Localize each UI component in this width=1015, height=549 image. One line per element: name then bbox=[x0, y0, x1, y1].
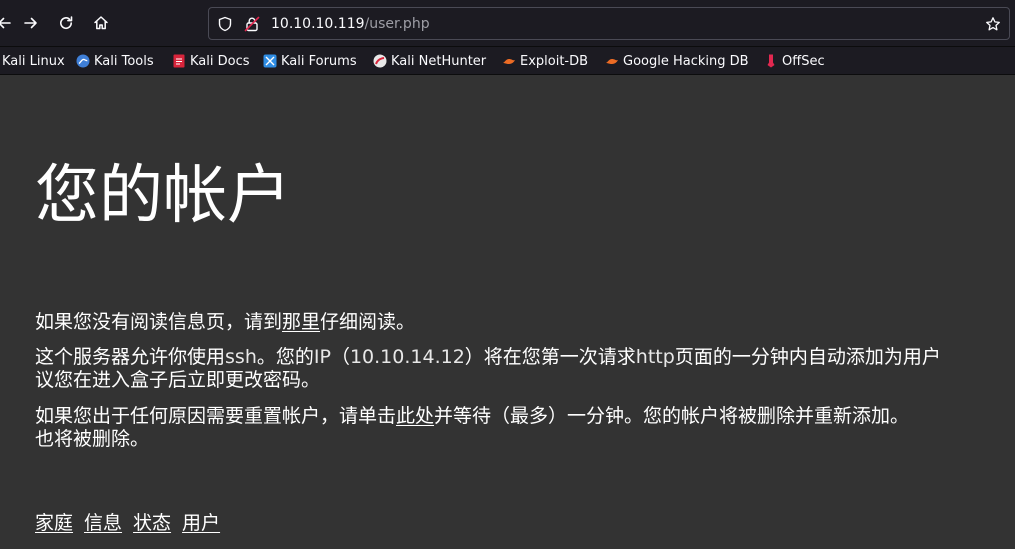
bookmark-label: Exploit-DB bbox=[520, 53, 589, 69]
bookmark-label: Kali Linux bbox=[2, 53, 65, 69]
kali-nethunter-icon bbox=[373, 54, 387, 68]
bookmark-kali-nethunter[interactable]: Kali NetHunter bbox=[373, 51, 486, 71]
url-host: 10.10.10.119 bbox=[271, 16, 365, 32]
nav-link-info[interactable]: 信息 bbox=[84, 511, 122, 535]
footer-nav: 家庭 信息 状态 用户 bbox=[35, 511, 220, 535]
kali-forums-icon bbox=[263, 54, 277, 68]
reload-icon[interactable] bbox=[53, 9, 79, 37]
kali-docs-icon bbox=[172, 54, 186, 68]
bookmark-label: Google Hacking DB bbox=[623, 53, 749, 69]
info-text-before: 如果您没有阅读信息页，请到 bbox=[35, 311, 283, 333]
bookmark-label: OffSec bbox=[782, 53, 825, 69]
ip-address: 10.10.14.12 bbox=[349, 346, 465, 368]
bookmark-exploit-db[interactable]: Exploit-DB bbox=[502, 51, 588, 71]
ssh-text-line2: 议您在进入盒子后立即更改密码。 bbox=[35, 369, 321, 391]
page-title: 您的帐户 bbox=[35, 159, 291, 233]
star-icon[interactable] bbox=[984, 15, 1002, 33]
http-term: http bbox=[635, 346, 675, 368]
reset-text-before: 如果您出于任何原因需要重置帐户，请单击 bbox=[35, 405, 397, 427]
bookmarks-toolbar: Kali Linux Kali Tools Kali Docs Kali For… bbox=[0, 47, 1015, 75]
page-content: 您的帐户 如果您没有阅读信息页，请到那里仔细阅读。 这个服务器允许你使用ssh。… bbox=[0, 75, 1015, 549]
forward-arrow-icon[interactable] bbox=[18, 9, 44, 37]
bookmark-kali-linux[interactable]: Kali Linux bbox=[2, 51, 65, 71]
reset-text-line2: 也将被删除。 bbox=[35, 428, 150, 450]
ssh-text-2: 。您的 bbox=[256, 346, 314, 368]
bookmark-kali-docs[interactable]: Kali Docs bbox=[172, 51, 250, 71]
info-page-link[interactable]: 那里 bbox=[282, 311, 320, 333]
nav-link-home[interactable]: 家庭 bbox=[35, 511, 73, 535]
ssh-text-1: 这个服务器允许你使用 bbox=[35, 346, 226, 368]
bookmark-offsec[interactable]: OffSec bbox=[764, 51, 825, 71]
bookmark-label: Kali Forums bbox=[281, 53, 357, 69]
ssh-term: ssh bbox=[225, 346, 257, 368]
ssh-text-3: （ bbox=[330, 346, 350, 368]
bookmark-google-hacking-db[interactable]: Google Hacking DB bbox=[605, 51, 749, 71]
bookmark-label: Kali Tools bbox=[94, 53, 154, 69]
url-path: /user.php bbox=[364, 16, 430, 32]
reset-paragraph: 如果您出于任何原因需要重置帐户，请单击此处并等待（最多）一分钟。您的帐户将被删除… bbox=[35, 405, 1015, 451]
nav-link-user[interactable]: 用户 bbox=[182, 511, 220, 535]
google-hacking-db-icon bbox=[605, 54, 619, 68]
ssh-access-paragraph: 这个服务器允许你使用ssh。您的IP（10.10.14.12）将在您第一次请求h… bbox=[35, 346, 1015, 392]
navigation-toolbar: 10.10.10.119/user.php bbox=[0, 0, 1015, 47]
nav-link-status[interactable]: 状态 bbox=[133, 511, 171, 535]
info-paragraph: 如果您没有阅读信息页，请到那里仔细阅读。 bbox=[35, 311, 1015, 334]
bookmark-kali-tools[interactable]: Kali Tools bbox=[76, 51, 154, 71]
insecure-lock-icon[interactable] bbox=[243, 15, 261, 33]
back-arrow-icon[interactable] bbox=[0, 9, 17, 37]
bookmark-kali-forums[interactable]: Kali Forums bbox=[263, 51, 357, 71]
bookmark-label: Kali Docs bbox=[190, 53, 250, 69]
exploit-db-icon bbox=[502, 54, 516, 68]
ssh-text-5: 页面的一分钟内自动添加为用户 bbox=[674, 346, 941, 368]
reset-text-after: 并等待（最多）一分钟。您的帐户将被删除并重新添加。 bbox=[434, 405, 910, 427]
ssh-text-4: ）将在您第一次请求 bbox=[464, 346, 636, 368]
home-icon[interactable] bbox=[88, 9, 114, 37]
address-bar[interactable]: 10.10.10.119/user.php bbox=[208, 7, 1010, 40]
kali-tools-icon bbox=[76, 54, 90, 68]
bookmark-label: Kali NetHunter bbox=[391, 53, 487, 69]
offsec-icon bbox=[764, 54, 778, 68]
ip-label: IP bbox=[313, 346, 331, 368]
info-text-after: 仔细阅读。 bbox=[320, 311, 416, 333]
shield-icon[interactable] bbox=[216, 15, 234, 33]
reset-link[interactable]: 此处 bbox=[396, 405, 434, 427]
url-text[interactable]: 10.10.10.119/user.php bbox=[271, 15, 430, 33]
